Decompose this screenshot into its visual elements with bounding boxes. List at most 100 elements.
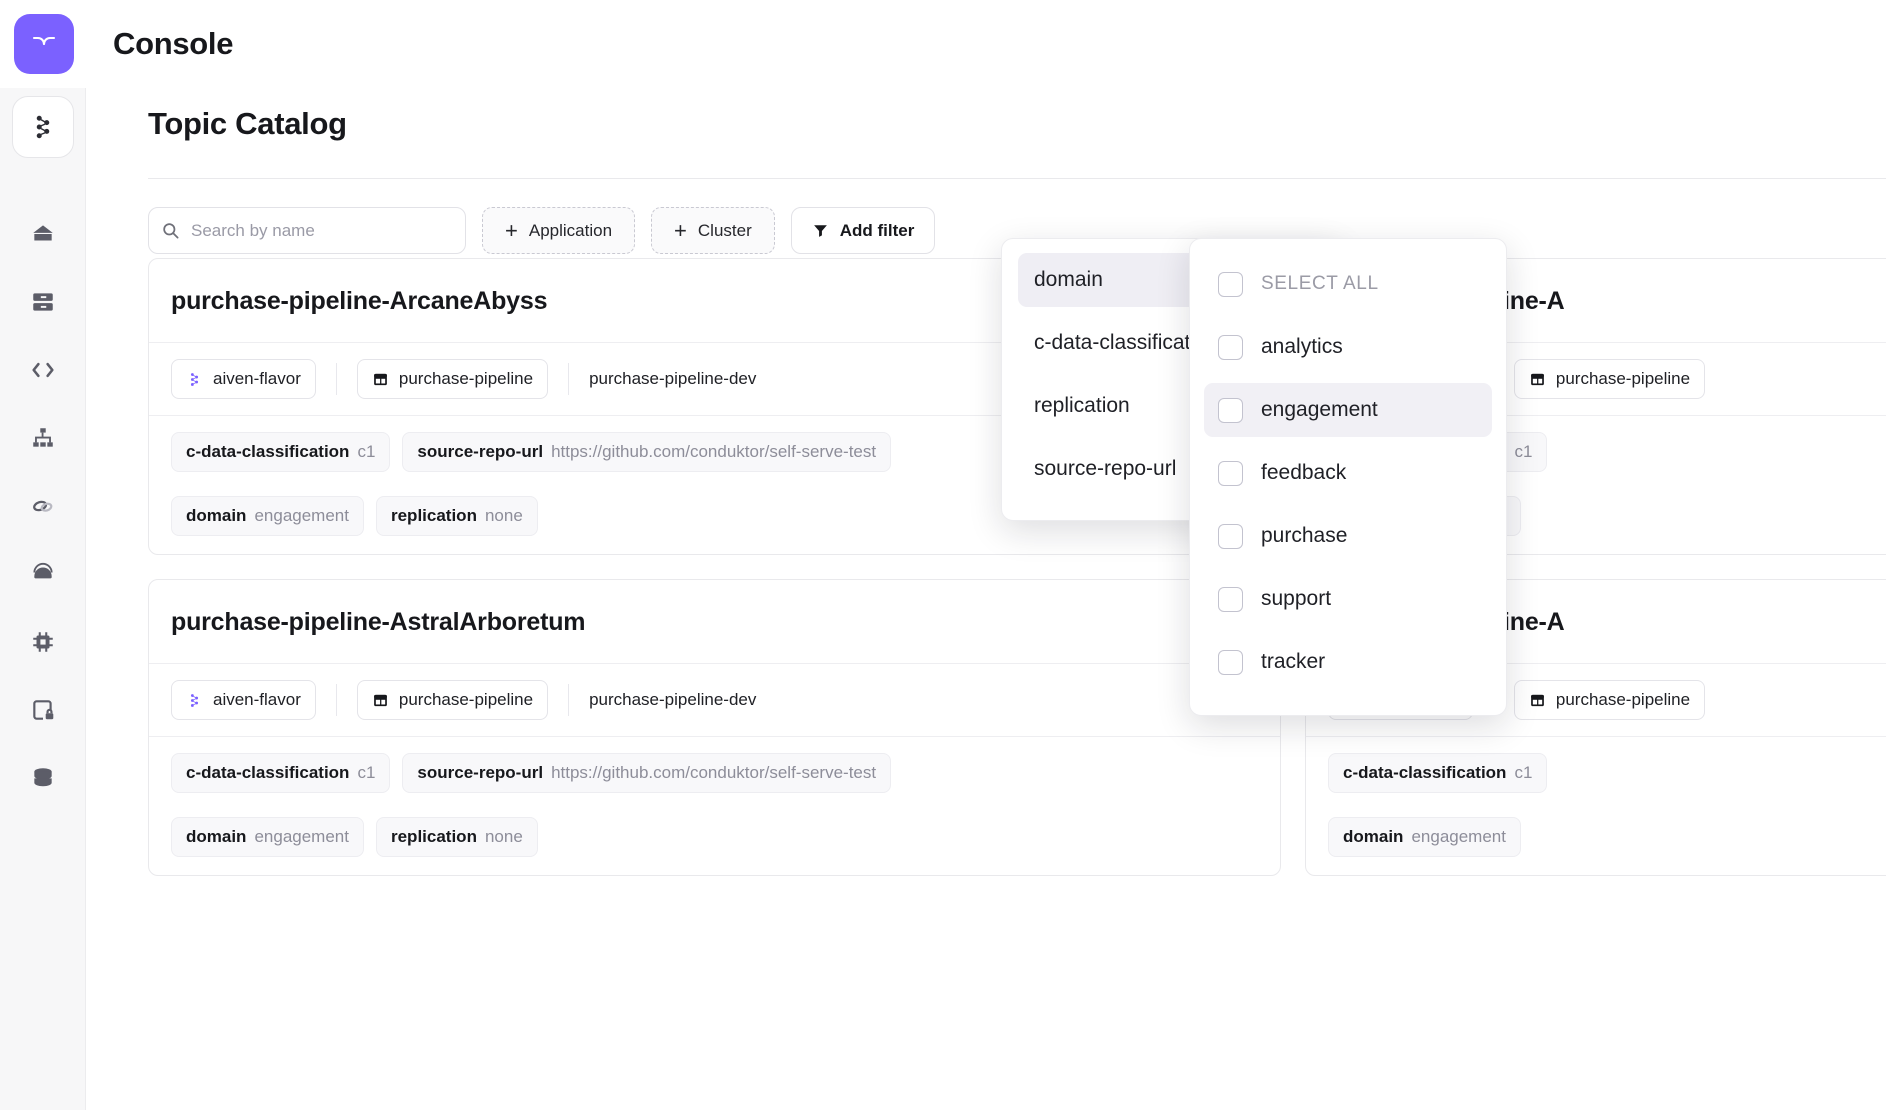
- tag-value: none: [484, 506, 523, 525]
- filter-value-label: tracker: [1261, 650, 1326, 673]
- filter-value-tracker[interactable]: tracker: [1204, 635, 1492, 689]
- tag-item[interactable]: replication none: [375, 817, 538, 857]
- tag-key: c-data-classification: [186, 442, 350, 461]
- add-filter-button[interactable]: Add filter: [790, 207, 936, 254]
- sidebar-item-settings[interactable]: [0, 608, 86, 676]
- environment-label: purchase-pipeline-dev: [589, 690, 757, 709]
- cluster-label: purchase-pipeline: [398, 690, 534, 709]
- topic-card-meta: aiven-flavor purchase-pipeline purchase-…: [149, 663, 1280, 736]
- tag-item[interactable]: c-data-classification c1: [1328, 753, 1548, 793]
- tag-key: c-data-classification: [1343, 763, 1507, 782]
- code-brackets-icon: [32, 362, 54, 378]
- add-application-filter-button[interactable]: + Application: [482, 207, 636, 254]
- sidebar-item-monitoring[interactable]: [0, 540, 86, 608]
- filter-value-label: analytics: [1261, 335, 1343, 358]
- topic-card-tags: c-data-classification c1 source-repo-url…: [149, 736, 1280, 875]
- checkbox-icon[interactable]: [1218, 523, 1243, 549]
- checkbox-icon[interactable]: [1218, 334, 1243, 360]
- flavor-badge[interactable]: aiven-flavor: [171, 359, 316, 399]
- cluster-label: purchase-pipeline: [1555, 690, 1691, 709]
- filter-value-label: engagement: [1261, 398, 1378, 421]
- sidebar-item-topology[interactable]: [0, 404, 86, 472]
- tag-value: engagement: [254, 506, 349, 525]
- database-stack-icon: [34, 768, 52, 787]
- checkbox-icon[interactable]: [1218, 586, 1243, 612]
- filter-value-feedback[interactable]: feedback: [1204, 446, 1492, 500]
- tag-value: engagement: [1411, 827, 1506, 846]
- tag-value: c1: [357, 763, 376, 782]
- flavor-badge[interactable]: aiven-flavor: [171, 680, 316, 720]
- topic-card-title: purchase-pipeline-AstralArboretum: [171, 608, 586, 636]
- plus-icon: +: [505, 217, 518, 243]
- meta-divider: [568, 363, 570, 395]
- checkbox-icon[interactable]: [1218, 271, 1243, 297]
- funnel-icon: [813, 225, 827, 237]
- hierarchy-icon: [33, 428, 53, 447]
- tag-value: none: [484, 827, 523, 846]
- filter-value-label: feedback: [1261, 461, 1347, 484]
- sidebar-item-connections[interactable]: [0, 472, 86, 540]
- tag-item[interactable]: replication none: [375, 496, 538, 536]
- add-cluster-filter-button[interactable]: + Cluster: [651, 207, 775, 254]
- cluster-badge[interactable]: purchase-pipeline: [1513, 359, 1706, 399]
- tag-item[interactable]: domain engagement: [171, 496, 364, 536]
- topic-card[interactable]: purchase-pipeline-AstralArboretum aiven-…: [148, 579, 1281, 876]
- select-all-label: SELECT ALL: [1261, 273, 1379, 294]
- tag-item[interactable]: domain engagement: [1328, 817, 1521, 857]
- filter-value-analytics[interactable]: analytics: [1204, 320, 1492, 374]
- tag-value: engagement: [254, 827, 349, 846]
- add-filter-label: Add filter: [839, 220, 915, 240]
- cluster-box-icon: [374, 694, 387, 706]
- tag-item[interactable]: source-repo-url https://github.com/condu…: [402, 432, 892, 472]
- cluster-box-icon: [1531, 694, 1544, 706]
- meta-divider: [335, 684, 337, 716]
- tag-item[interactable]: c-data-classification c1: [171, 753, 391, 793]
- search-icon: [163, 223, 179, 239]
- filter-value-menu: SELECT ALL analytics engagement feedback…: [1189, 238, 1507, 716]
- filter-key-label: source-repo-url: [1034, 457, 1177, 480]
- cluster-badge[interactable]: purchase-pipeline: [356, 680, 549, 720]
- sidebar-item-home[interactable]: [0, 200, 86, 268]
- filter-value-select-all[interactable]: SELECT ALL: [1204, 257, 1492, 311]
- filter-key-label: domain: [1034, 268, 1103, 291]
- page-title: Topic Catalog: [148, 106, 347, 141]
- add-application-filter-label: Application: [528, 220, 613, 240]
- filter-key-label: replication: [1034, 394, 1130, 417]
- checkbox-icon[interactable]: [1218, 649, 1243, 675]
- tag-key: replication: [390, 827, 477, 846]
- tag-key: domain: [186, 827, 247, 846]
- flavor-label: aiven-flavor: [213, 690, 301, 709]
- cluster-badge[interactable]: purchase-pipeline: [356, 359, 549, 399]
- tag-value: c1: [1514, 442, 1533, 461]
- cluster-switcher-button[interactable]: [11, 96, 74, 158]
- search-input-wrapper[interactable]: Search by name: [148, 207, 466, 254]
- conduktor-logo-icon[interactable]: [14, 14, 74, 74]
- tag-value: https://github.com/conduktor/self-serve-…: [551, 763, 877, 782]
- tag-key: source-repo-url: [417, 763, 544, 782]
- tag-key: domain: [186, 506, 247, 525]
- header-divider: [148, 178, 1886, 179]
- sidebar-item-governance[interactable]: [0, 676, 86, 744]
- cluster-badge[interactable]: purchase-pipeline: [1513, 680, 1706, 720]
- checkbox-icon[interactable]: [1218, 397, 1243, 423]
- tag-item[interactable]: source-repo-url https://github.com/condu…: [402, 753, 892, 793]
- plus-icon: +: [674, 217, 687, 243]
- tag-item[interactable]: c-data-classification c1: [171, 432, 391, 472]
- checkbox-icon[interactable]: [1218, 460, 1243, 486]
- sidebar-item-clusters[interactable]: [0, 268, 86, 336]
- tag-key: source-repo-url: [417, 442, 544, 461]
- meta-divider: [568, 684, 570, 716]
- filter-value-purchase[interactable]: purchase: [1204, 509, 1492, 563]
- filter-value-engagement[interactable]: engagement: [1204, 383, 1492, 437]
- sidebar-item-storage[interactable]: [0, 744, 86, 812]
- server-rack-icon: [33, 293, 53, 311]
- filter-value-support[interactable]: support: [1204, 572, 1492, 626]
- cluster-box-icon: [1531, 373, 1544, 385]
- meta-divider: [335, 363, 337, 395]
- tag-item[interactable]: domain engagement: [171, 817, 364, 857]
- tag-value: https://github.com/conduktor/self-serve-…: [551, 442, 877, 461]
- search-placeholder: Search by name: [191, 220, 315, 240]
- add-cluster-filter-label: Cluster: [697, 220, 752, 240]
- tag-value: c1: [357, 442, 376, 461]
- sidebar-item-console[interactable]: [0, 336, 86, 404]
